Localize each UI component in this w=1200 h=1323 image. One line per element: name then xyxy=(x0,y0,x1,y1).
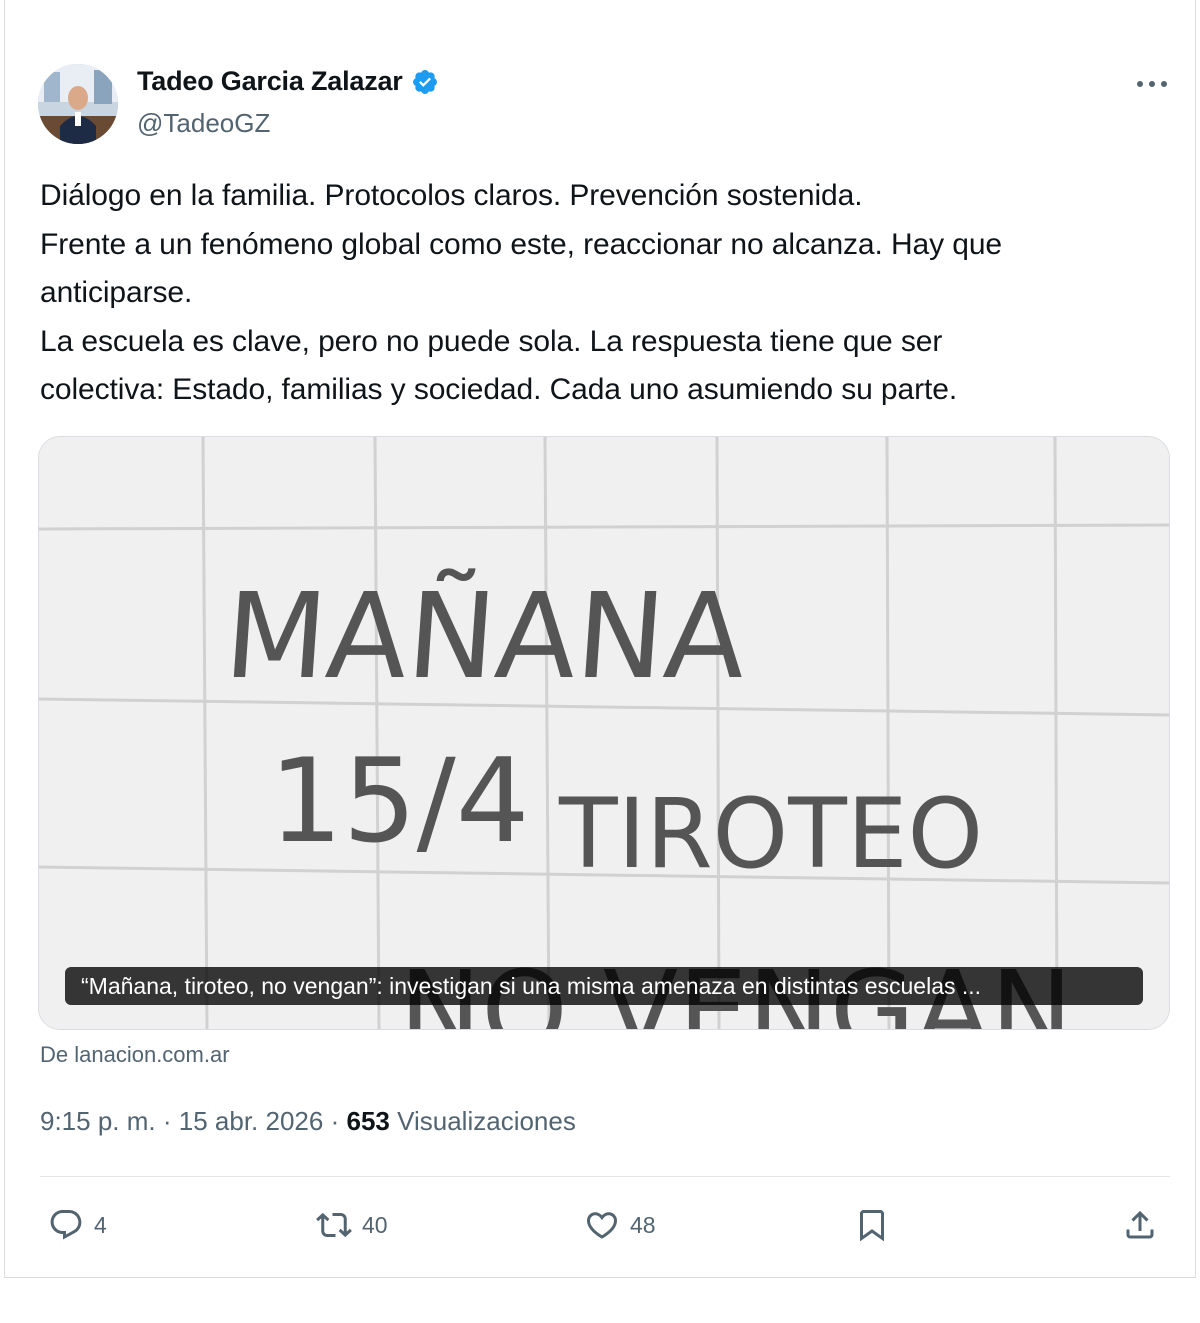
reply-button[interactable]: 4 xyxy=(48,1200,107,1250)
link-preview-card[interactable]: MAÑANA 15/4 TIROTEO NO VENGAN “Mañana, t… xyxy=(38,436,1170,1030)
post-text-line: colectiva: Estado, familias y sociedad. … xyxy=(40,373,958,407)
reply-icon xyxy=(50,1210,82,1240)
more-horizontal-icon xyxy=(1137,81,1167,87)
repost-button[interactable]: 40 xyxy=(316,1200,388,1250)
avatar[interactable] xyxy=(38,64,118,144)
divider xyxy=(40,1176,1170,1177)
verified-badge-icon xyxy=(411,68,439,96)
share-icon xyxy=(1126,1210,1154,1239)
meta-separator: · xyxy=(162,1106,172,1136)
action-bar: 4 40 48 xyxy=(0,1200,1200,1250)
link-source[interactable]: De lanacion.com.ar xyxy=(40,1042,230,1068)
views-count[interactable]: 653 xyxy=(346,1106,389,1136)
photo-handwriting-line: MAÑANA xyxy=(220,567,750,705)
bookmark-button[interactable] xyxy=(854,1200,890,1250)
author-handle[interactable]: @TadeoGZ xyxy=(137,108,270,139)
link-preview-caption: “Mañana, tiroteo, no vengan”: investigan… xyxy=(65,967,1143,1005)
repost-count: 40 xyxy=(362,1211,388,1238)
reply-count: 4 xyxy=(94,1211,107,1238)
author-name[interactable]: Tadeo Garcia Zalazar xyxy=(137,66,403,97)
like-count: 48 xyxy=(630,1211,656,1238)
post-text-line: Diálogo en la familia. Protocolos claros… xyxy=(40,179,863,212)
post-text-line: Frente a un fenómeno global como este, r… xyxy=(40,227,1003,261)
like-button[interactable]: 48 xyxy=(584,1200,656,1250)
post-meta: 9:15 p. m. · 15 abr. 2026 · 653 Visualiz… xyxy=(40,1106,576,1137)
like-icon xyxy=(586,1212,618,1239)
link-preview-image: MAÑANA 15/4 TIROTEO NO VENGAN xyxy=(39,437,1169,1029)
author-row: Tadeo Garcia Zalazar xyxy=(137,66,439,97)
avatar-photo xyxy=(38,64,118,144)
photo-handwriting-line: 15/4 xyxy=(269,734,530,869)
photo-handwriting-line: TIROTEO xyxy=(558,778,983,890)
meta-separator: · xyxy=(330,1106,340,1136)
repost-icon xyxy=(316,1212,352,1238)
post-time[interactable]: 9:15 p. m. xyxy=(40,1106,156,1136)
post-date[interactable]: 15 abr. 2026 xyxy=(179,1106,324,1136)
post-text: Diálogo en la familia. Protocolos claros… xyxy=(40,172,1170,415)
post-text-line: La escuela es clave, pero no puede sola.… xyxy=(40,324,943,358)
more-options-button[interactable] xyxy=(1132,70,1172,98)
post-text-line: anticiparse. xyxy=(40,276,193,310)
bookmark-icon xyxy=(860,1210,884,1242)
share-button[interactable] xyxy=(1122,1200,1158,1250)
views-label: Visualizaciones xyxy=(397,1106,576,1136)
